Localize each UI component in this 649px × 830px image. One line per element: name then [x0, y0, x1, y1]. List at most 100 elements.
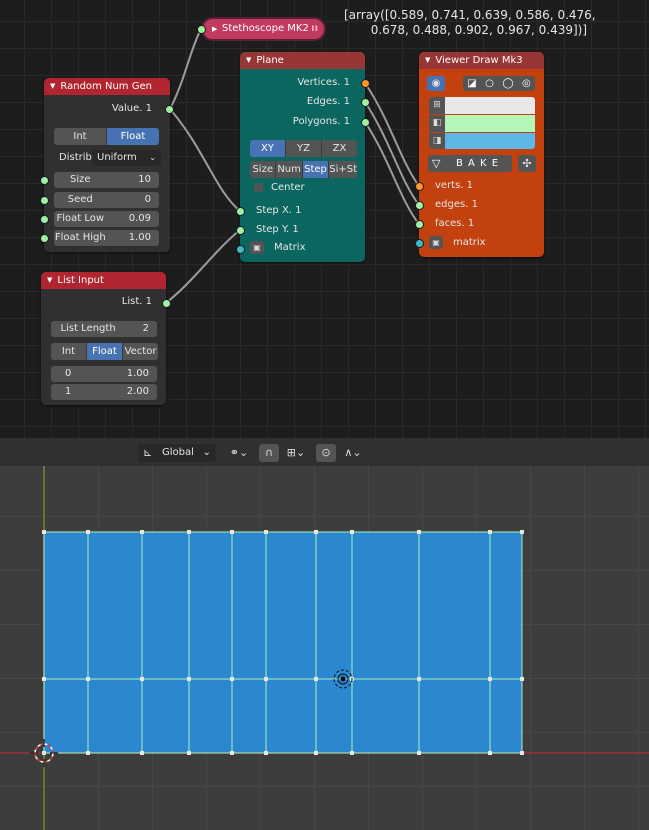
faces-color-swatch[interactable]: ◨ [429, 133, 535, 149]
color-swatches[interactable]: ⊞ ◧ ◨ [429, 97, 535, 149]
bake-label: B A K E [456, 158, 500, 169]
list-item-field[interactable]: 1 2.00 [51, 384, 157, 400]
mode-num[interactable]: Num [276, 161, 303, 178]
step-x-label: Step X. 1 [256, 205, 302, 216]
seed-field[interactable]: Seed 0 [54, 192, 159, 208]
step-y-input-socket[interactable] [236, 226, 245, 235]
collapse-arrow-icon[interactable]: ▼ [50, 82, 55, 90]
dir-yz[interactable]: YZ [286, 140, 322, 157]
mode-int[interactable]: Int [54, 128, 107, 145]
plane-face [44, 532, 522, 753]
random-num-gen-node[interactable]: ▼ Random Num Gen Value. 1 Int Float Distr… [40, 78, 174, 252]
node-header[interactable]: ▼ Viewer Draw Mk3 [419, 52, 544, 69]
dir-xy[interactable]: XY [250, 140, 286, 157]
stethoscope-input-socket[interactable] [197, 25, 206, 34]
vertex-icon: ⊞ [429, 97, 445, 114]
matrix-input-socket[interactable] [415, 239, 424, 248]
edges-input-label: edges. 1 [435, 199, 478, 210]
viewer-draw-node[interactable]: ▼ Viewer Draw Mk3 ◉ ◪ ○ ◯ ◎ ⊞ ◧ ◨ ▽ B A K E … [415, 52, 544, 257]
vertices-output-socket[interactable] [361, 79, 370, 88]
field-value: 2 [142, 323, 149, 334]
step-x-input-socket[interactable] [236, 207, 245, 216]
bake-icon: ▽ [432, 157, 441, 170]
bake-button[interactable]: ▽ B A K E [428, 155, 512, 172]
node-editor[interactable]: [array([0.589, 0.741, 0.639, 0.586, 0.47… [0, 0, 649, 438]
shading-icon[interactable]: ◎ [522, 78, 531, 89]
node-header[interactable]: ▼ Random Num Gen [44, 78, 170, 95]
float-high-field[interactable]: Float High 1.00 [54, 230, 159, 246]
chevron-down-icon: ⌄ [149, 153, 156, 162]
node-title: List Input [57, 275, 104, 286]
seed-input-socket[interactable] [40, 196, 49, 205]
verts-color-swatch[interactable]: ⊞ [429, 97, 535, 114]
float-high-input-socket[interactable] [40, 234, 49, 243]
mode-float[interactable]: Float [107, 128, 159, 145]
stethoscope-output: [array([0.589, 0.741, 0.639, 0.586, 0.47… [344, 8, 596, 38]
collapse-arrow-icon[interactable]: ▶ [212, 19, 217, 39]
float-low-input-socket[interactable] [40, 215, 49, 224]
mode-step[interactable]: Step [302, 161, 330, 178]
mode-vector[interactable]: Vector [123, 343, 158, 360]
mode-int[interactable]: Int [51, 343, 87, 360]
size-field[interactable]: Size 10 [54, 172, 159, 188]
node-header[interactable]: ▼ Plane [240, 52, 365, 69]
field-value: 10 [138, 174, 151, 185]
plane-node[interactable]: ▼ Plane Vertices. 1 Edges. 1 Polygons. 1 … [236, 52, 370, 262]
field-label: Size [69, 174, 91, 185]
dir-zx[interactable]: ZX [322, 140, 357, 157]
item-index: 0 [65, 368, 72, 379]
list-item-field[interactable]: 0 1.00 [51, 366, 157, 382]
field-label: List Length [60, 323, 116, 334]
list-mode-toggle[interactable]: Int Float Vector [51, 343, 158, 360]
collapse-arrow-icon[interactable]: ▼ [425, 56, 430, 64]
pause-icon[interactable]: ıı [311, 19, 318, 39]
matrix-icon[interactable]: ▣ [250, 241, 264, 254]
node-title: Stethoscope MK2 [222, 23, 309, 34]
verts-input-label: verts. 1 [435, 180, 474, 191]
value-output-socket[interactable] [165, 105, 174, 114]
mode-toggle[interactable]: Int Float [54, 128, 159, 145]
mode-float[interactable]: Float [87, 343, 123, 360]
mode-size-step[interactable]: Si+St [329, 161, 357, 178]
list-output-socket[interactable] [162, 299, 171, 308]
edges-input-socket[interactable] [415, 201, 424, 210]
polygons-output-label: Polygons. 1 [292, 116, 350, 127]
collapse-arrow-icon[interactable]: ▼ [47, 276, 52, 284]
list-input-node[interactable]: ▼ List Input List. 1 List Length 2 Int Flo… [41, 272, 171, 405]
eye-icon[interactable]: ◉ [427, 76, 445, 91]
edges-color-swatch[interactable]: ◧ [429, 115, 535, 132]
item-value: 2.00 [126, 386, 149, 397]
stethoscope-node[interactable]: ▶ Stethoscope MK2 ıı [197, 17, 326, 41]
center-checkbox[interactable] [254, 183, 263, 192]
faces-input-socket[interactable] [415, 220, 424, 229]
node-title: Viewer Draw Mk3 [435, 55, 523, 66]
display-mode-toggle[interactable]: ◪ ○ ◯ ◎ [463, 76, 535, 91]
node-header[interactable]: ▼ List Input [41, 272, 166, 289]
dimension-mode-toggle[interactable]: Size Num Step Si+St [250, 161, 357, 178]
face-icon: ◨ [429, 133, 445, 149]
item-index: 1 [65, 386, 72, 397]
settings-icon[interactable]: ✣ [518, 155, 536, 172]
polygons-output-socket[interactable] [361, 118, 370, 127]
direction-toggle[interactable]: XY YZ ZX [250, 140, 357, 157]
edges-output-socket[interactable] [361, 98, 370, 107]
collapse-arrow-icon[interactable]: ▼ [246, 56, 251, 64]
field-label: Float High [54, 232, 106, 243]
viewport-canvas [0, 466, 649, 830]
vertices-output-label: Vertices. 1 [297, 77, 350, 88]
3d-viewport[interactable]: ⊾ Global ⌄ ⚭⌄ ∩ ⊞⌄ ⊙ ∧⌄ [0, 438, 649, 830]
float-low-field[interactable]: Float Low 0.09 [54, 211, 159, 227]
step-y-label: Step Y. 1 [256, 224, 299, 235]
mode-size[interactable]: Size [250, 161, 277, 178]
matrix-input-socket[interactable] [236, 245, 245, 254]
size-input-socket[interactable] [40, 176, 49, 185]
sphere-icon[interactable]: ◯ [502, 78, 513, 89]
distrib-dropdown[interactable]: Uniform ⌄ [92, 150, 161, 166]
cube-icon[interactable]: ◪ [467, 78, 476, 89]
list-length-field[interactable]: List Length 2 [51, 321, 157, 337]
circle-icon[interactable]: ○ [485, 78, 494, 89]
verts-input-socket[interactable] [415, 182, 424, 191]
output-line-2: 0.678, 0.488, 0.902, 0.967, 0.439])] [344, 23, 588, 37]
output-label: Value. 1 [111, 103, 152, 114]
matrix-icon[interactable]: ▣ [429, 236, 443, 249]
